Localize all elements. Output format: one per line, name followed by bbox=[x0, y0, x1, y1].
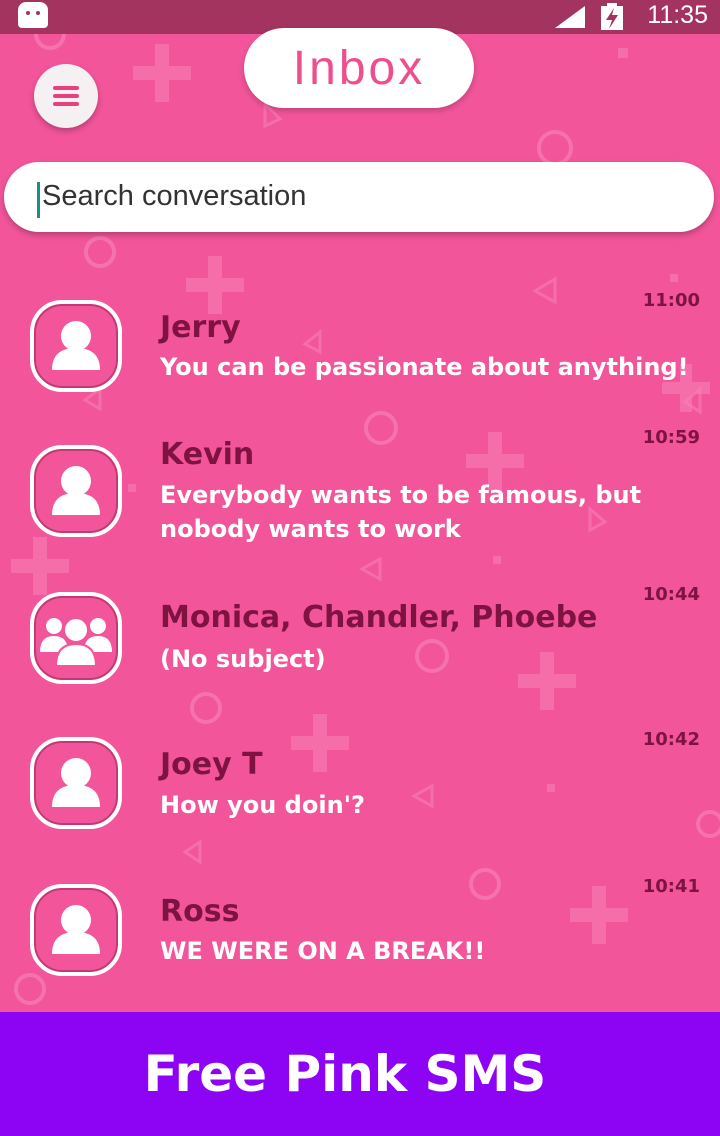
person-icon bbox=[30, 884, 122, 976]
menu-button[interactable] bbox=[34, 64, 98, 128]
android-icon bbox=[18, 2, 48, 28]
conversation-item[interactable]: Jerry You can be passionate about anythi… bbox=[0, 282, 720, 412]
message-preview: (No subject) bbox=[160, 645, 326, 673]
message-time: 11:00 bbox=[642, 290, 700, 311]
page-title: Inbox bbox=[244, 28, 474, 108]
message-preview: You can be passionate about anything! bbox=[160, 353, 689, 381]
message-time: 10:59 bbox=[642, 427, 700, 448]
conversation-item[interactable]: Monica, Chandler, Phoebe (No subject) 10… bbox=[0, 582, 720, 712]
person-icon bbox=[30, 300, 122, 392]
hamburger-menu-icon bbox=[53, 86, 79, 90]
contact-name: Kevin bbox=[160, 437, 255, 472]
message-time: 10:42 bbox=[642, 729, 700, 750]
contact-name: Monica, Chandler, Phoebe bbox=[160, 600, 598, 635]
person-icon bbox=[30, 737, 122, 829]
hamburger-menu-icon-bar bbox=[53, 102, 79, 106]
conversation-item[interactable]: Joey T How you doin'? 10:42 bbox=[0, 727, 720, 857]
hamburger-menu-icon-bar bbox=[53, 94, 79, 98]
conversation-item[interactable]: Kevin Everybody wants to be famous, but … bbox=[0, 427, 720, 557]
message-time: 10:41 bbox=[642, 876, 700, 897]
promo-banner[interactable]: Free Pink SMS bbox=[0, 1012, 720, 1136]
battery-charging-icon bbox=[601, 3, 623, 30]
contact-name: Ross bbox=[160, 894, 240, 929]
contact-name: Joey T bbox=[160, 747, 263, 782]
contact-name: Jerry bbox=[160, 310, 241, 345]
banner-text: Free Pink SMS bbox=[143, 1045, 547, 1103]
message-preview: WE WERE ON A BREAK!! bbox=[160, 937, 486, 965]
person-icon bbox=[30, 445, 122, 537]
search-input[interactable]: Search conversation bbox=[4, 162, 714, 232]
conversation-item[interactable]: Ross WE WERE ON A BREAK!! 10:41 bbox=[0, 872, 720, 1002]
message-preview: How you doin'? bbox=[160, 791, 365, 819]
message-time: 10:44 bbox=[642, 584, 700, 605]
status-clock: 11:35 bbox=[647, 1, 708, 29]
group-icon bbox=[30, 592, 122, 684]
text-caret bbox=[37, 182, 40, 218]
signal-icon bbox=[555, 6, 585, 28]
message-preview: Everybody wants to be famous, but nobody… bbox=[160, 481, 642, 543]
search-placeholder: Search conversation bbox=[42, 180, 307, 212]
